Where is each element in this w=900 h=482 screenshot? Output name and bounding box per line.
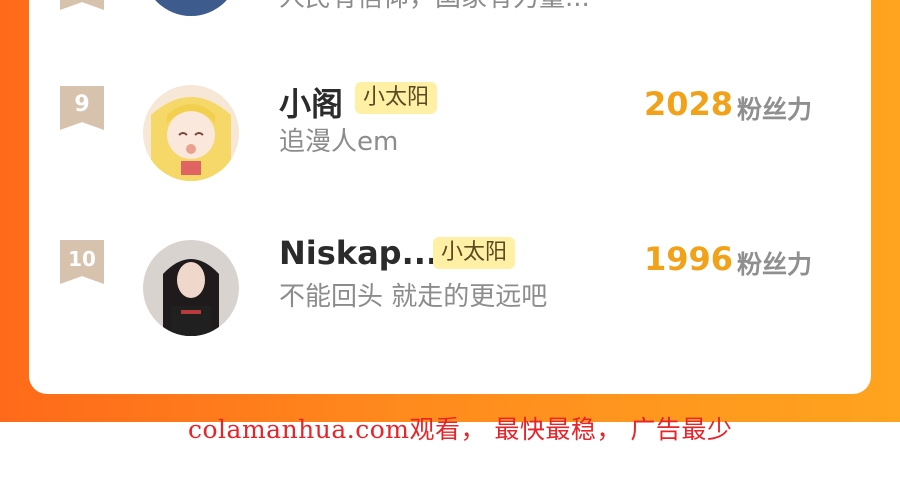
- user-motto: 不能回头 就走的更远吧: [279, 282, 548, 312]
- avatar[interactable]: [143, 85, 239, 181]
- fan-ranking-card: 人民有信仰，国家有力量... 9 小阁 小太阳 追漫人em 2028: [29, 0, 871, 394]
- fan-power-score: 1996: [644, 240, 734, 278]
- ranking-row-10[interactable]: 10 Niskap... 小太阳 不能回头 就走的更远吧 1996 粉丝力: [29, 234, 871, 340]
- watermark-text: colamanhua.com观看， 最快最稳， 广告最少: [188, 415, 733, 444]
- user-motto: 追漫人em: [279, 127, 399, 157]
- rank-badge: 10: [60, 240, 104, 284]
- rank-badge: [60, 0, 104, 10]
- avatar[interactable]: [143, 0, 239, 16]
- fan-power-unit: 粉丝力: [737, 250, 813, 279]
- screen: 人民有信仰，国家有力量... 9 小阁 小太阳 追漫人em 2028: [0, 0, 900, 482]
- rank-badge: 9: [60, 86, 104, 130]
- user-name: Niskap...: [279, 234, 439, 272]
- level-badge: 小太阳: [433, 237, 516, 269]
- user-name: 小阁: [279, 85, 344, 123]
- ranking-row-9[interactable]: 9 小阁 小太阳 追漫人em 2028 粉丝力: [29, 82, 871, 185]
- level-badge: 小太阳: [355, 82, 438, 114]
- avatar[interactable]: [143, 240, 239, 336]
- ranking-row-8[interactable]: 人民有信仰，国家有力量...: [29, 0, 871, 50]
- fan-power-score: 2028: [644, 85, 734, 123]
- user-motto: 人民有信仰，国家有力量...: [279, 0, 590, 14]
- fan-power-unit: 粉丝力: [737, 95, 813, 124]
